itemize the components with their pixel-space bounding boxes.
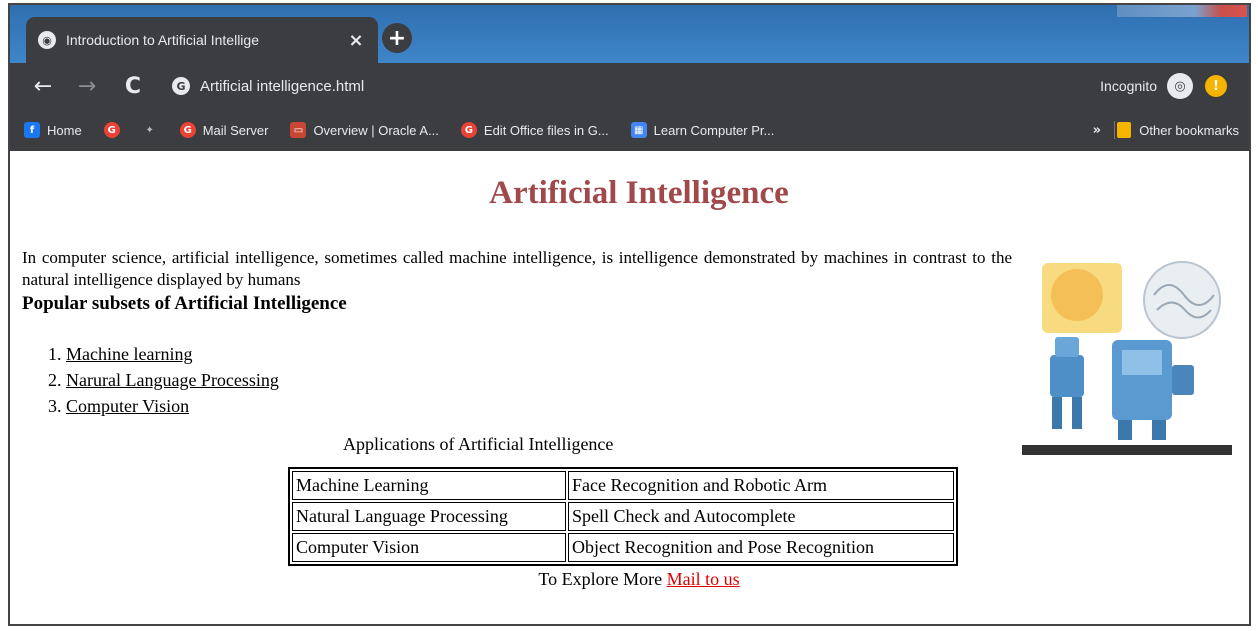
intro-paragraph: In computer science, artificial intellig… [22,248,1012,289]
subsets-heading: Popular subsets of Artificial Intelligen… [22,293,347,314]
footer: To Explore More Mail to us [10,569,1249,590]
globe-icon: ◉ [38,31,56,49]
table-cell: Object Recognition and Pose Recognition [568,533,954,562]
google-icon: G [172,77,190,95]
page-content: Artificial Intelligence In computer scie… [10,151,1249,624]
facebook-icon: f [24,122,40,138]
bookmark-edit-office[interactable]: G Edit Office files in G... [460,122,609,138]
more-bookmarks-button[interactable]: » [1093,123,1101,138]
bookmark-label: Home [47,122,82,138]
table-caption: Applications of Artificial Intelligence [343,434,614,454]
table-cell: Spell Check and Autocomplete [568,502,954,531]
incognito-icon[interactable]: ◎ [1167,73,1193,99]
forward-button[interactable]: → [70,74,104,99]
bookmark-label: Learn Computer Pr... [653,122,775,138]
table-cell: Machine Learning [292,471,566,500]
table-cell: Computer Vision [292,533,566,562]
tab-active[interactable]: ◉ Introduction to Artificial Intellige × [26,17,378,63]
bookmark-oracle[interactable]: ▭ Overview | Oracle A... [290,122,439,138]
address-bar[interactable]: G Artificial intelligence.html [172,77,992,95]
browser-window: ◉ Introduction to Artificial Intellige ×… [8,3,1251,626]
bookmarks-bar: f Home G ✦ G Mail Server ▭ Overview | Or… [10,109,1249,151]
list-item: 1. Machine learning [48,341,279,367]
mail-link[interactable]: Mail to us [667,569,740,589]
list-item: 3. Computer Vision [48,393,279,419]
table-row: Natural Language Processing Spell Check … [292,502,954,531]
list-number: 2. [48,370,62,390]
table-cell: Face Recognition and Robotic Arm [568,471,954,500]
page-title: Artificial Intelligence [489,175,789,211]
oracle-icon: ▭ [290,122,307,138]
update-alert-icon[interactable]: ! [1205,75,1227,97]
bookmark-label: Mail Server [202,122,269,138]
bookmark-learn-computer[interactable]: ▦ Learn Computer Pr... [630,122,775,138]
bookmark-pin[interactable]: ✦ [142,122,158,138]
google-icon: G [103,122,120,138]
tab-strip: ◉ Introduction to Artificial Intellige ×… [10,5,1249,63]
grid-icon: ▦ [630,122,647,138]
close-icon[interactable]: × [346,30,366,51]
reload-button[interactable]: C [116,74,150,99]
bookmark-label: Overview | Oracle A... [313,122,439,138]
subset-link-machine-learning[interactable]: Machine learning [66,344,192,364]
incognito-label: Incognito [1100,78,1157,94]
list-number: 1. [48,344,62,364]
toolbar: ← → C G Artificial intelligence.html Inc… [10,63,1249,109]
subsets-list: 1. Machine learning 2. Narural Language … [48,341,279,419]
new-tab-button[interactable]: + [382,23,412,53]
back-button[interactable]: ← [26,74,60,99]
table-cell: Natural Language Processing [292,502,566,531]
bookmark-home[interactable]: f Home [24,122,82,138]
bookmark-label: Edit Office files in G... [483,122,609,138]
window-controls[interactable] [1117,5,1247,17]
subset-link-nlp[interactable]: Narural Language Processing [66,370,279,390]
pin-icon: ✦ [145,124,154,136]
folder-icon [1117,122,1132,138]
applications-table: Machine Learning Face Recognition and Ro… [288,467,958,566]
list-item: 2. Narural Language Processing [48,367,279,393]
table-row: Machine Learning Face Recognition and Ro… [292,471,954,500]
other-bookmarks[interactable]: Other bookmarks [1117,122,1239,138]
bookmark-mail-server[interactable]: G Mail Server [179,122,269,138]
google-icon: G [460,122,477,138]
list-number: 3. [48,396,62,416]
tab-title: Introduction to Artificial Intellige [66,32,259,48]
footer-text: To Explore More [538,569,663,589]
bookmark-divider [1114,121,1115,139]
other-bookmarks-label: Other bookmarks [1139,122,1239,138]
ai-robot-illustration [1022,245,1232,455]
google-icon: G [179,122,196,138]
bookmark-google[interactable]: G [103,122,120,138]
table-row: Computer Vision Object Recognition and P… [292,533,954,562]
subset-link-computer-vision[interactable]: Computer Vision [66,396,189,416]
address-url[interactable]: Artificial intelligence.html [200,78,364,95]
